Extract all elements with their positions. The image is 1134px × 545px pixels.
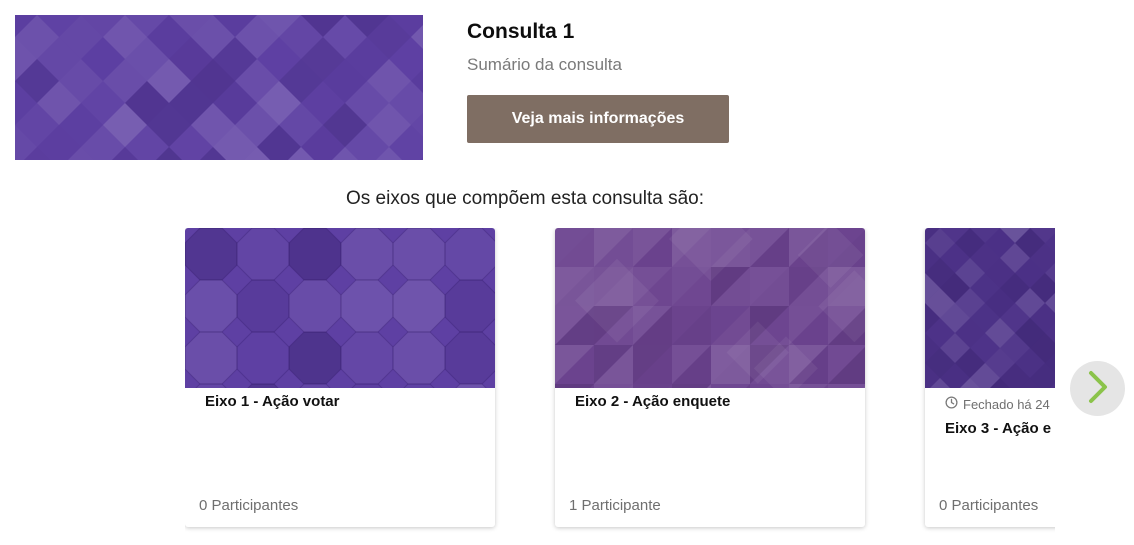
clock-icon <box>945 396 958 412</box>
axis-card-title[interactable]: Eixo 1 - Ação votar <box>205 393 340 410</box>
chevron-right-icon <box>1085 370 1111 407</box>
axis-card-title[interactable]: Eixo 2 - Ação enquete <box>575 393 730 410</box>
more-info-button[interactable]: Veja mais informações <box>467 95 729 143</box>
axis-card-1[interactable]: Eixo 1 - Ação votar 0 Participantes <box>185 228 495 527</box>
consultation-banner-image <box>15 15 423 160</box>
axis-card-participants: 1 Participante <box>569 497 661 514</box>
axis-card-participants: 0 Participantes <box>939 497 1039 514</box>
consultation-title: Consulta 1 <box>467 20 575 43</box>
axis-card-status-text: Fechado há 24 <box>963 396 1050 412</box>
axis-card-status: Fechado há 24 <box>945 396 1050 412</box>
axis-card-participants: 0 Participantes <box>199 497 299 514</box>
carousel-next-button[interactable] <box>1070 361 1125 416</box>
axes-section-label: Os eixos que compõem esta consulta são: <box>345 188 705 209</box>
consultation-summary: Sumário da consulta <box>467 55 622 74</box>
axis-card-2[interactable]: Eixo 2 - Ação enquete 1 Participante <box>555 228 865 527</box>
axis-card-image <box>185 228 495 388</box>
axis-card-title[interactable]: Eixo 3 - Ação e <box>945 420 1051 437</box>
axis-card-3[interactable]: Fechado há 24 Eixo 3 - Ação e 0 Particip… <box>925 228 1055 527</box>
axis-card-image <box>555 228 865 388</box>
axis-card-image <box>925 228 1055 388</box>
axes-carousel: Eixo 1 - Ação votar 0 Participantes Eixo… <box>185 228 1055 533</box>
